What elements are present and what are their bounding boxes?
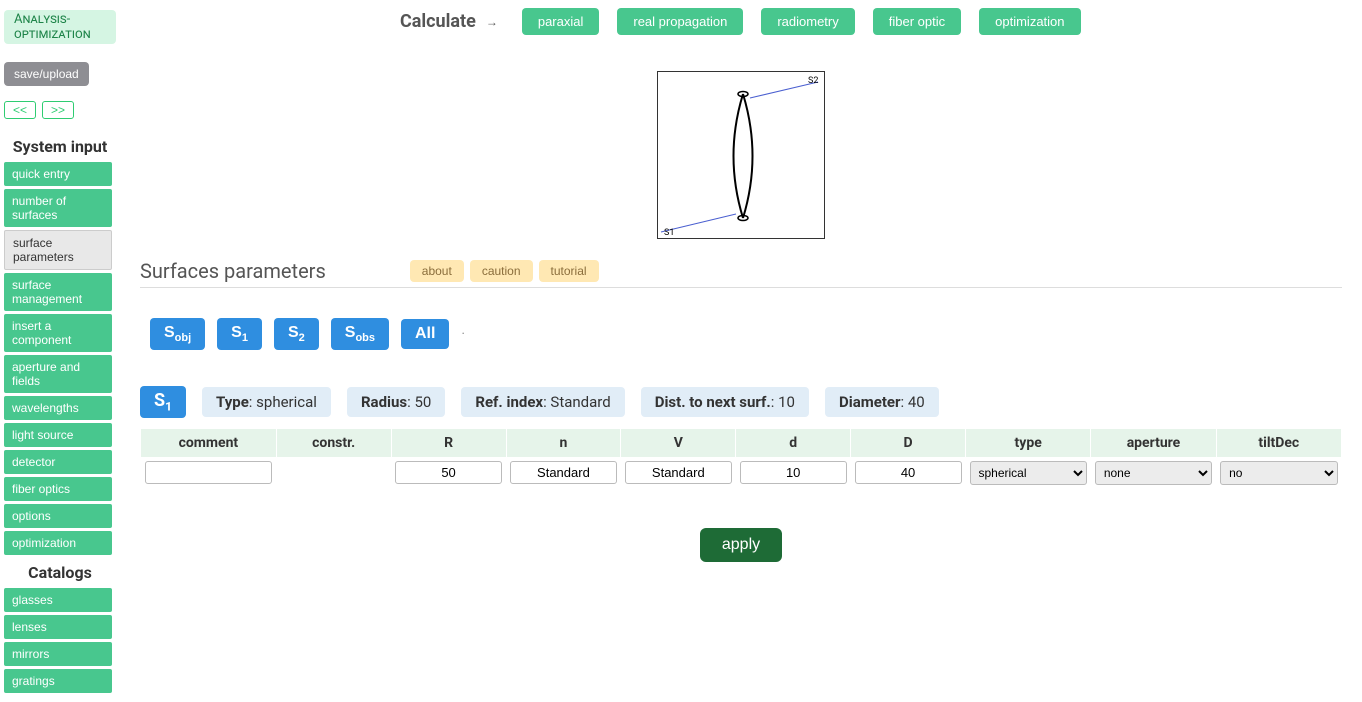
dist-chip: Dist. to next surf.: 10 <box>641 387 809 417</box>
sidebar-item-number-of-surfaces[interactable]: number of surfaces <box>4 189 112 227</box>
D-input[interactable] <box>855 461 962 484</box>
col-constr: constr. <box>276 428 391 457</box>
sidebar-item-aperture-and-fields[interactable]: aperture and fields <box>4 355 112 393</box>
n-input[interactable] <box>510 461 617 484</box>
tab-sobs[interactable]: Sobs <box>331 318 389 350</box>
tiltdec-select[interactable]: no <box>1220 461 1337 485</box>
s2-label: S2 <box>808 76 818 86</box>
sidebar-item-insert-a-component[interactable]: insert a component <box>4 314 112 352</box>
aperture-select[interactable]: none <box>1095 461 1212 485</box>
nav-next-button[interactable]: >> <box>42 101 74 119</box>
lens-left-surface <box>734 94 744 218</box>
d-input[interactable] <box>740 461 847 484</box>
col-aperture: aperture <box>1091 428 1216 457</box>
surface-params-table: comment constr. R n V d D type aperture … <box>140 428 1342 488</box>
tab-sobj[interactable]: Sobj <box>150 318 205 350</box>
calc-optimization-button[interactable]: optimization <box>979 8 1080 35</box>
col-V: V <box>621 428 736 457</box>
catalog-item-lenses[interactable]: lenses <box>4 615 112 639</box>
sidebar-item-surface-management[interactable]: surface management <box>4 273 112 311</box>
current-surface-chip: S1 <box>140 386 186 418</box>
col-D: D <box>851 428 966 457</box>
catalog-item-mirrors[interactable]: mirrors <box>4 642 112 666</box>
radius-chip: Radius: 50 <box>347 387 445 417</box>
col-comment: comment <box>141 428 277 457</box>
col-d: d <box>736 428 851 457</box>
type-select[interactable]: spherical <box>970 461 1087 485</box>
system-input-title: System input <box>4 137 116 156</box>
sidebar-item-surface-parameters[interactable]: surface parameters <box>4 230 112 270</box>
R-input[interactable] <box>395 461 502 484</box>
sidebar-item-wavelengths[interactable]: wavelengths <box>4 396 112 420</box>
sidebar-item-options[interactable]: options <box>4 504 112 528</box>
V-input[interactable] <box>625 461 732 484</box>
calc-fiber-optic-button[interactable]: fiber optic <box>873 8 961 35</box>
catalog-item-glasses[interactable]: glasses <box>4 588 112 612</box>
calc-radiometry-button[interactable]: radiometry <box>761 8 854 35</box>
save-upload-button[interactable]: save/upload <box>4 62 89 86</box>
optical-diagram: S1 S2 <box>657 71 825 239</box>
tab-s1[interactable]: S1 <box>217 318 262 350</box>
sidebar-item-detector[interactable]: detector <box>4 450 112 474</box>
col-tiltDec: tiltDec <box>1216 428 1341 457</box>
caution-button[interactable]: caution <box>470 260 533 282</box>
sidebar-item-light-source[interactable]: light source <box>4 423 112 447</box>
nav-prev-button[interactable]: << <box>4 101 36 119</box>
comment-input[interactable] <box>145 461 273 484</box>
apply-button[interactable]: apply <box>700 528 782 562</box>
about-button[interactable]: about <box>410 260 464 282</box>
tutorial-button[interactable]: tutorial <box>539 260 599 282</box>
arrow-icon: → <box>486 15 498 29</box>
sidebar-item-optimization[interactable]: optimization <box>4 531 112 555</box>
constr-cell <box>276 457 391 488</box>
calc-real-propagation-button[interactable]: real propagation <box>617 8 743 35</box>
calc-paraxial-button[interactable]: paraxial <box>522 8 600 35</box>
sidebar-item-quick-entry[interactable]: quick entry <box>4 162 112 186</box>
tab-all[interactable]: All <box>401 319 449 349</box>
table-row: spherical none no <box>141 457 1342 488</box>
page-title: Surfaces parameters <box>140 259 326 283</box>
catalogs-title: Catalogs <box>4 563 116 582</box>
type-chip: Type: spherical <box>202 387 331 417</box>
analysis-badge: Analysis-optimization <box>4 10 116 44</box>
lens-right-surface <box>743 94 753 218</box>
catalog-item-gratings[interactable]: gratings <box>4 669 112 693</box>
diameter-chip: Diameter: 40 <box>825 387 939 417</box>
col-n: n <box>506 428 621 457</box>
refindex-chip: Ref. index: Standard <box>461 387 624 417</box>
col-R: R <box>391 428 506 457</box>
col-type: type <box>966 428 1091 457</box>
calculate-label: Calculate <box>400 11 476 32</box>
tab-s2[interactable]: S2 <box>274 318 319 350</box>
tab-more: · <box>461 327 464 342</box>
s1-label: S1 <box>664 228 674 238</box>
sidebar-item-fiber-optics[interactable]: fiber optics <box>4 477 112 501</box>
